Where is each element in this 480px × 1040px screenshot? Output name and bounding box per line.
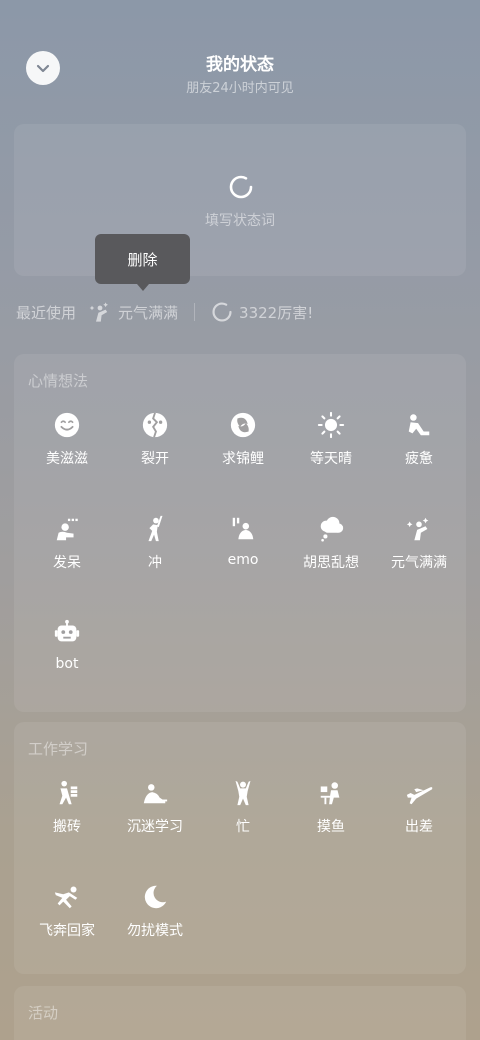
page-subtitle: 朋友24小时内可见 bbox=[186, 81, 294, 96]
status-option-smile[interactable]: 美滋滋 bbox=[23, 410, 111, 514]
status-option-label: bot bbox=[55, 656, 79, 672]
robot-icon bbox=[54, 619, 80, 642]
status-option-label: 求锦鲤 bbox=[222, 451, 264, 467]
status-option-label: 出差 bbox=[405, 819, 433, 835]
energetic-icon bbox=[89, 302, 109, 322]
status-option-label: 忙 bbox=[236, 819, 250, 835]
status-option-run-home[interactable]: 飞奔回家 bbox=[23, 882, 111, 986]
section-work-study: 工作学习 搬砖 沉迷学习 忙 摸鱼 出差 飞奔回家 勿扰模式 bbox=[14, 722, 466, 974]
recent-item-label: 3322厉害! bbox=[239, 303, 314, 322]
moving-bricks-icon bbox=[59, 780, 78, 805]
status-option-bricks[interactable]: 搬砖 bbox=[23, 778, 111, 882]
status-option-tired[interactable]: 疲惫 bbox=[375, 410, 463, 514]
energetic-icon bbox=[406, 517, 429, 541]
loading-ring-icon bbox=[212, 302, 232, 322]
status-option-label: 元气满满 bbox=[391, 555, 447, 571]
status-option-label: 搬砖 bbox=[53, 819, 81, 835]
status-input-card[interactable]: 填写状态词 bbox=[14, 124, 466, 276]
status-option-study[interactable]: 沉迷学习 bbox=[111, 778, 199, 882]
status-option-thought[interactable]: 胡思乱想 bbox=[287, 514, 375, 618]
section-title: 工作学习 bbox=[28, 740, 89, 758]
status-option-label: 等天晴 bbox=[310, 451, 352, 467]
daze-icon bbox=[56, 518, 78, 541]
status-option-label: 发呆 bbox=[53, 555, 81, 571]
status-option-cracked[interactable]: 裂开 bbox=[111, 410, 199, 514]
status-option-label: 美滋滋 bbox=[46, 451, 88, 467]
loading-ring-icon bbox=[229, 175, 253, 199]
slacking-icon bbox=[320, 782, 340, 805]
header: 我的状态 朋友24小时内可见 bbox=[0, 0, 480, 110]
status-option-dnd[interactable]: 勿扰模式 bbox=[111, 882, 199, 986]
status-option-label: 裂开 bbox=[141, 451, 169, 467]
status-option-energetic[interactable]: 元气满满 bbox=[375, 514, 463, 618]
status-option-bot[interactable]: bot bbox=[23, 618, 111, 722]
section-title: 心情想法 bbox=[28, 372, 89, 390]
status-option-label: 摸鱼 bbox=[317, 819, 345, 835]
recent-divider bbox=[194, 303, 196, 321]
status-option-label: 胡思乱想 bbox=[303, 555, 359, 571]
sun-icon bbox=[317, 411, 345, 439]
status-option-label: 冲 bbox=[148, 555, 162, 571]
recent-item-label: 元气满满 bbox=[118, 303, 179, 322]
section-mood: 心情想法 美滋滋 裂开 求锦鲤 等天晴 疲惫 发呆 冲 emo 胡思乱想 元气满… bbox=[14, 354, 466, 712]
recent-label: 最近使用 bbox=[16, 303, 77, 322]
delete-tooltip[interactable]: 删除 bbox=[95, 234, 190, 291]
running-home-icon bbox=[54, 886, 78, 909]
status-option-trip[interactable]: 出差 bbox=[375, 778, 463, 882]
recent-row: 最近使用 元气满满 3322厉害! bbox=[16, 298, 466, 326]
charge-icon bbox=[148, 515, 163, 542]
status-option-label: 飞奔回家 bbox=[39, 923, 95, 939]
tired-icon bbox=[408, 414, 430, 436]
busy-icon bbox=[235, 780, 251, 806]
smile-icon bbox=[54, 412, 80, 438]
status-option-label: 沉迷学习 bbox=[127, 819, 183, 835]
status-option-label: 疲惫 bbox=[405, 451, 433, 467]
delete-tooltip-label: 删除 bbox=[127, 250, 158, 269]
section-activity: 活动 bbox=[14, 986, 466, 1040]
recent-item[interactable]: 3322厉害! bbox=[211, 301, 313, 323]
status-option-label: emo bbox=[227, 552, 259, 568]
status-option-busy[interactable]: 忙 bbox=[199, 778, 287, 882]
status-option-charge[interactable]: 冲 bbox=[111, 514, 199, 618]
airplane-icon bbox=[406, 787, 433, 805]
status-option-label: 勿扰模式 bbox=[127, 923, 183, 939]
moon-icon bbox=[144, 885, 167, 909]
page-title: 我的状态 bbox=[206, 55, 274, 75]
section-title: 活动 bbox=[28, 1004, 59, 1022]
cracked-face-icon bbox=[142, 412, 168, 438]
emo-icon bbox=[232, 517, 254, 540]
status-option-daze[interactable]: 发呆 bbox=[23, 514, 111, 618]
koi-icon bbox=[230, 412, 256, 438]
status-input-placeholder: 填写状态词 bbox=[205, 213, 275, 229]
studying-icon bbox=[143, 784, 168, 804]
status-option-emo[interactable]: emo bbox=[199, 514, 287, 618]
thought-cloud-icon bbox=[320, 516, 344, 542]
status-option-sun[interactable]: 等天晴 bbox=[287, 410, 375, 514]
recent-item[interactable]: 元气满满 bbox=[88, 300, 178, 324]
status-option-slacking[interactable]: 摸鱼 bbox=[287, 778, 375, 882]
status-option-koi[interactable]: 求锦鲤 bbox=[199, 410, 287, 514]
